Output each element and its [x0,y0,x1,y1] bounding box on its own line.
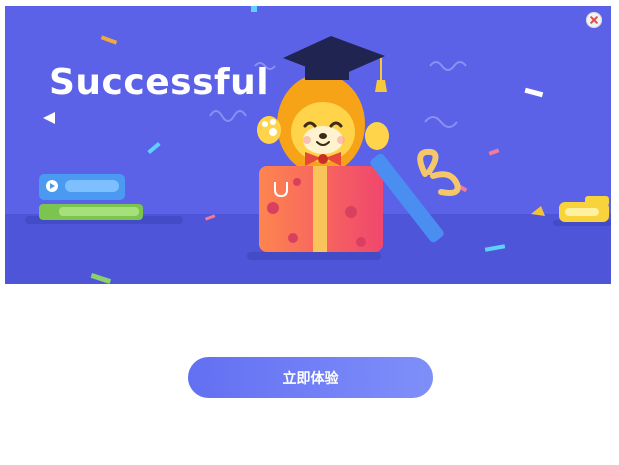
close-icon[interactable] [586,12,602,28]
headline: Successful [49,62,270,103]
try-now-button-label: 立即体验 [282,370,339,387]
try-now-button[interactable]: 立即体验 [188,357,433,398]
success-banner: Successful [5,6,611,284]
lion-gift-box-illustration [5,6,611,284]
